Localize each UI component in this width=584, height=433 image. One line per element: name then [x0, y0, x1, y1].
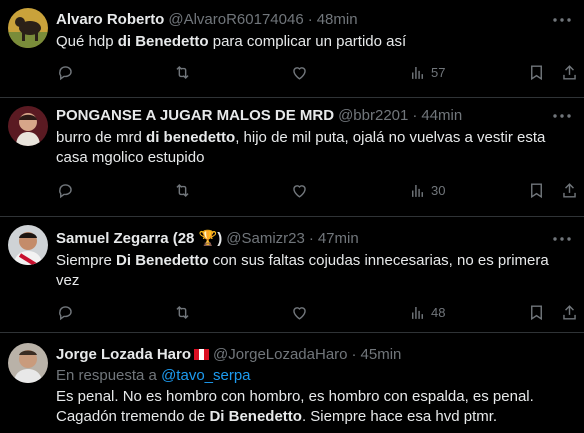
separator-dot: ·: [412, 107, 418, 124]
share-icon[interactable]: [560, 181, 579, 200]
tweet[interactable]: Samuel Zegarra (28 🏆) @Samizr23 · 47min …: [0, 217, 584, 333]
more-horizontal-icon[interactable]: [552, 229, 572, 249]
timestamp[interactable]: 48min: [317, 10, 358, 30]
views-button[interactable]: 30: [408, 181, 445, 200]
reply-to-link[interactable]: @tavo_serpa: [161, 367, 250, 384]
views-icon: [412, 66, 423, 79]
author-name[interactable]: Samuel Zegarra (28 🏆): [56, 229, 222, 249]
avatar[interactable]: [8, 225, 48, 265]
tweet-text: burro de mrd di benedetto, hijo de mil p…: [56, 129, 546, 166]
author-handle[interactable]: @bbr2201: [338, 106, 408, 126]
share-icon[interactable]: [560, 63, 579, 82]
heart-icon[interactable]: [290, 63, 309, 82]
more-horizontal-icon[interactable]: [552, 106, 572, 126]
highlight: di Benedetto: [117, 33, 209, 50]
views-icon: [412, 306, 423, 319]
separator-dot: ·: [351, 346, 357, 363]
tweet-text: Es penal. No es hombro con hombro, es ho…: [56, 388, 534, 425]
views-icon: [412, 184, 423, 197]
tweet[interactable]: Alvaro Roberto @AlvaroR60174046 · 48min …: [0, 0, 584, 98]
share-icon[interactable]: [560, 303, 579, 322]
retweet-icon[interactable]: [173, 303, 192, 322]
separator-dot: ·: [308, 230, 314, 247]
tweet-text: Siempre Di Benedetto con sus faltas coju…: [56, 252, 549, 289]
retweet-icon[interactable]: [173, 181, 192, 200]
tweet[interactable]: PONGANSE A JUGAR MALOS DE MRD @bbr2201 ·…: [0, 98, 584, 217]
avatar[interactable]: [8, 8, 48, 48]
retweet-icon[interactable]: [173, 63, 192, 82]
reply-icon[interactable]: [56, 303, 75, 322]
timestamp[interactable]: 47min: [318, 229, 359, 249]
highlight: Di Benedetto: [116, 252, 209, 269]
author-name[interactable]: PONGANSE A JUGAR MALOS DE MRD: [56, 106, 334, 126]
views-count: 48: [431, 304, 446, 320]
tweet-text: Qué hdp di Benedetto para complicar un p…: [56, 33, 407, 50]
bookmark-icon[interactable]: [527, 63, 546, 82]
avatar[interactable]: [8, 343, 48, 383]
author-handle[interactable]: @Samizr23: [226, 229, 305, 249]
heart-icon[interactable]: [290, 181, 309, 200]
separator-dot: ·: [307, 11, 313, 28]
author-handle[interactable]: @JorgeLozadaHaro: [213, 345, 347, 365]
bookmark-icon[interactable]: [527, 303, 546, 322]
highlight: di benedetto: [146, 129, 236, 146]
author-name[interactable]: Jorge Lozada Haro: [56, 345, 210, 365]
views-button[interactable]: 48: [408, 303, 445, 322]
author-handle[interactable]: @AlvaroR60174046: [168, 10, 303, 30]
tweet[interactable]: Jorge Lozada Haro @JorgeLozadaHaro · 45m…: [0, 333, 584, 433]
heart-icon[interactable]: [290, 303, 309, 322]
peru-flag-icon: [194, 349, 210, 360]
reply-context: En respuesta a @tavo_serpa: [56, 367, 251, 384]
bookmark-icon[interactable]: [527, 181, 546, 200]
reply-icon[interactable]: [56, 63, 75, 82]
views-count: 30: [431, 182, 446, 198]
more-horizontal-icon[interactable]: [552, 10, 572, 30]
avatar[interactable]: [8, 106, 48, 146]
views-button[interactable]: 57: [408, 63, 445, 82]
views-count: 57: [431, 64, 446, 80]
reply-icon[interactable]: [56, 181, 75, 200]
highlight: Di Benedetto: [209, 408, 302, 425]
timestamp[interactable]: 44min: [421, 106, 462, 126]
author-name[interactable]: Alvaro Roberto: [56, 10, 164, 30]
timestamp[interactable]: 45min: [361, 345, 402, 365]
